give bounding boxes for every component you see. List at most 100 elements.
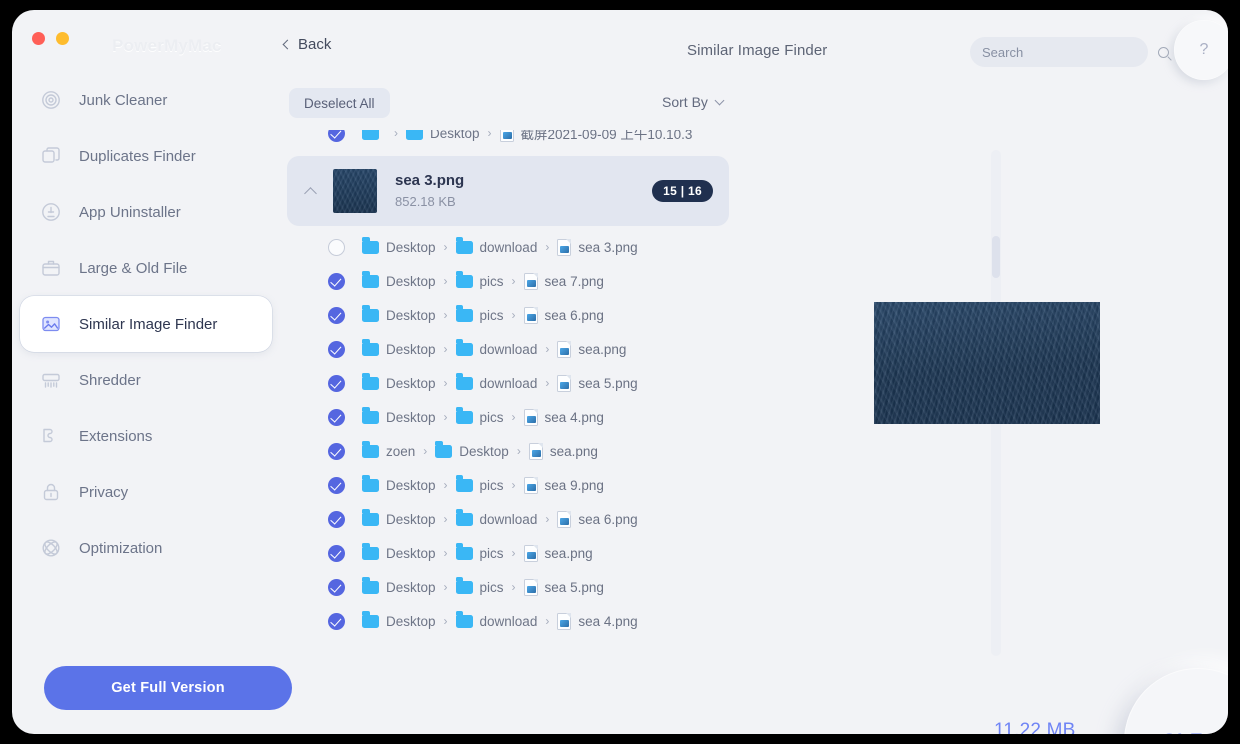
brand-title: PowerMyMac	[112, 36, 222, 55]
checkbox-checked-icon[interactable]	[328, 306, 345, 324]
sidebar-item-similar-image-finder[interactable]: Similar Image Finder	[20, 296, 272, 352]
app-window: PowerMyMac Back Similar Image Finder ? J…	[12, 10, 1228, 734]
path-segment: Desktop	[386, 579, 436, 595]
path-segment: download	[479, 613, 538, 629]
checkbox-checked-icon[interactable]	[328, 442, 345, 460]
checkbox-checked-icon[interactable]	[328, 374, 345, 392]
folder-icon	[362, 407, 379, 424]
path-segment: download	[479, 239, 538, 255]
sidebar-item-extensions[interactable]: Extensions	[20, 408, 272, 464]
file-row[interactable]: Desktop › pics › sea 4.png	[280, 400, 736, 434]
get-full-version-button[interactable]: Get Full Version	[44, 666, 292, 710]
folder-icon	[362, 543, 379, 560]
path-segment: Desktop	[386, 511, 436, 527]
file-row[interactable]: zoen › Desktop › sea.png	[280, 434, 736, 468]
file-path: Desktop › download › sea 4.png	[362, 611, 638, 630]
image-preview	[874, 302, 1100, 424]
file-row[interactable]: Desktop › pics › sea 5.png	[280, 570, 736, 604]
file-list-viewport[interactable]: › Desktop › 截屏2021-09-09 上午10.10.3 sea 3.pn…	[280, 130, 736, 640]
target-icon	[40, 89, 62, 111]
folder-icon	[362, 509, 379, 526]
path-segment: pics	[479, 579, 504, 595]
checkbox-checked-icon[interactable]	[328, 476, 345, 494]
file-path: › Desktop › 截屏2021-09-09 上午10.10.3	[362, 130, 692, 143]
minimize-button[interactable]	[56, 32, 69, 45]
search-box[interactable]	[970, 37, 1169, 67]
sidebar-item-duplicates-finder[interactable]: Duplicates Finder	[20, 128, 272, 184]
sidebar-item-shredder[interactable]: Shredder	[20, 352, 272, 408]
path-segment: Desktop	[386, 477, 436, 493]
file-row[interactable]: Desktop › download › sea 3.png	[280, 230, 736, 264]
file-row[interactable]: Desktop › download › sea.png	[280, 332, 736, 366]
file-path: Desktop › download › sea.png	[362, 339, 627, 358]
collapse-toggle[interactable]	[299, 185, 321, 200]
png-file-icon	[523, 544, 538, 562]
path-separator-icon: ›	[545, 342, 550, 356]
path-segment: pics	[479, 477, 504, 493]
group-header-row[interactable]: sea 3.png 852.18 KB 15 | 16	[287, 156, 729, 226]
path-separator-icon: ›	[394, 130, 398, 140]
file-row[interactable]: › Desktop › 截屏2021-09-09 上午10.10.3	[280, 130, 736, 150]
file-row[interactable]: Desktop › pics › sea 7.png	[280, 264, 736, 298]
png-file-icon	[557, 612, 572, 630]
clean-label: CLEAN	[1162, 731, 1228, 734]
path-separator-icon: ›	[511, 308, 516, 322]
checkbox-checked-icon[interactable]	[328, 544, 345, 562]
puzzle-icon	[40, 425, 62, 447]
file-row[interactable]: Desktop › download › sea 4.png	[280, 604, 736, 638]
partial-top-row[interactable]: › Desktop › 截屏2021-09-09 上午10.10.3	[280, 130, 736, 150]
sidebar-item-optimization[interactable]: Optimization	[20, 520, 272, 576]
checkbox-checked-icon[interactable]	[328, 408, 345, 426]
path-separator-icon: ›	[511, 546, 516, 560]
folder-icon	[362, 373, 379, 390]
path-separator-icon: ›	[511, 274, 516, 288]
sort-by-label: Sort By	[662, 94, 708, 110]
sidebar-item-privacy[interactable]: Privacy	[20, 464, 272, 520]
checkbox-checked-icon[interactable]	[328, 578, 345, 596]
path-separator-icon: ›	[443, 478, 448, 492]
path-segment: Desktop	[386, 239, 436, 255]
search-input[interactable]	[982, 44, 1158, 60]
path-separator-icon: ›	[545, 512, 550, 526]
chevron-left-icon	[282, 39, 293, 49]
list-scrollbar-thumb[interactable]	[992, 236, 1000, 278]
checkbox-checked-icon[interactable]	[328, 272, 345, 290]
file-row[interactable]: Desktop › download › sea 5.png	[280, 366, 736, 400]
file-row[interactable]: Desktop › pics › sea 9.png	[280, 468, 736, 502]
clean-button[interactable]: CLEAN	[1124, 668, 1228, 734]
checkbox-unchecked-icon[interactable]	[328, 238, 345, 256]
path-segment: Desktop	[430, 130, 480, 141]
close-button[interactable]	[32, 32, 45, 45]
back-button[interactable]: Back	[282, 36, 331, 53]
checkbox-checked-icon[interactable]	[328, 340, 345, 358]
checkbox-checked-icon[interactable]	[328, 612, 345, 630]
folder-icon	[455, 509, 473, 526]
folder-icon	[435, 441, 453, 458]
png-file-icon	[523, 408, 538, 426]
path-separator-icon: ›	[443, 410, 448, 424]
path-separator-icon: ›	[516, 444, 521, 458]
help-button[interactable]: ?	[1174, 20, 1228, 80]
sidebar-item-junk-cleaner[interactable]: Junk Cleaner	[20, 72, 272, 128]
file-name: sea.png	[549, 443, 598, 459]
sidebar-item-app-uninstaller[interactable]: App Uninstaller	[20, 184, 272, 240]
path-segment: Desktop	[386, 307, 436, 323]
count-badge: 15 | 16	[652, 180, 713, 202]
file-path: Desktop › download › sea 5.png	[362, 373, 638, 392]
sidebar-item-label: Duplicates Finder	[79, 147, 196, 165]
sidebar-item-large-old-file[interactable]: Large & Old File	[20, 240, 272, 296]
checkbox-checked-icon[interactable]	[328, 130, 345, 142]
path-separator-icon: ›	[443, 240, 448, 254]
file-row[interactable]: Desktop › pics › sea.png	[280, 536, 736, 570]
file-row[interactable]: Desktop › download › sea 6.png	[280, 502, 736, 536]
file-row[interactable]: Desktop › pics › sea 6.png	[280, 298, 736, 332]
deselect-all-button[interactable]: Deselect All	[289, 88, 390, 118]
main-content: Deselect All Sort By › Desktop › 截屏2021-09-…	[280, 72, 1228, 734]
folder-icon	[455, 339, 473, 356]
sort-by-dropdown[interactable]: Sort By	[662, 94, 725, 110]
path-segment: zoen	[386, 443, 416, 459]
path-segment: pics	[479, 409, 504, 425]
file-name: sea.png	[578, 341, 627, 357]
file-path: Desktop › pics › sea 5.png	[362, 577, 604, 596]
checkbox-checked-icon[interactable]	[328, 510, 345, 528]
